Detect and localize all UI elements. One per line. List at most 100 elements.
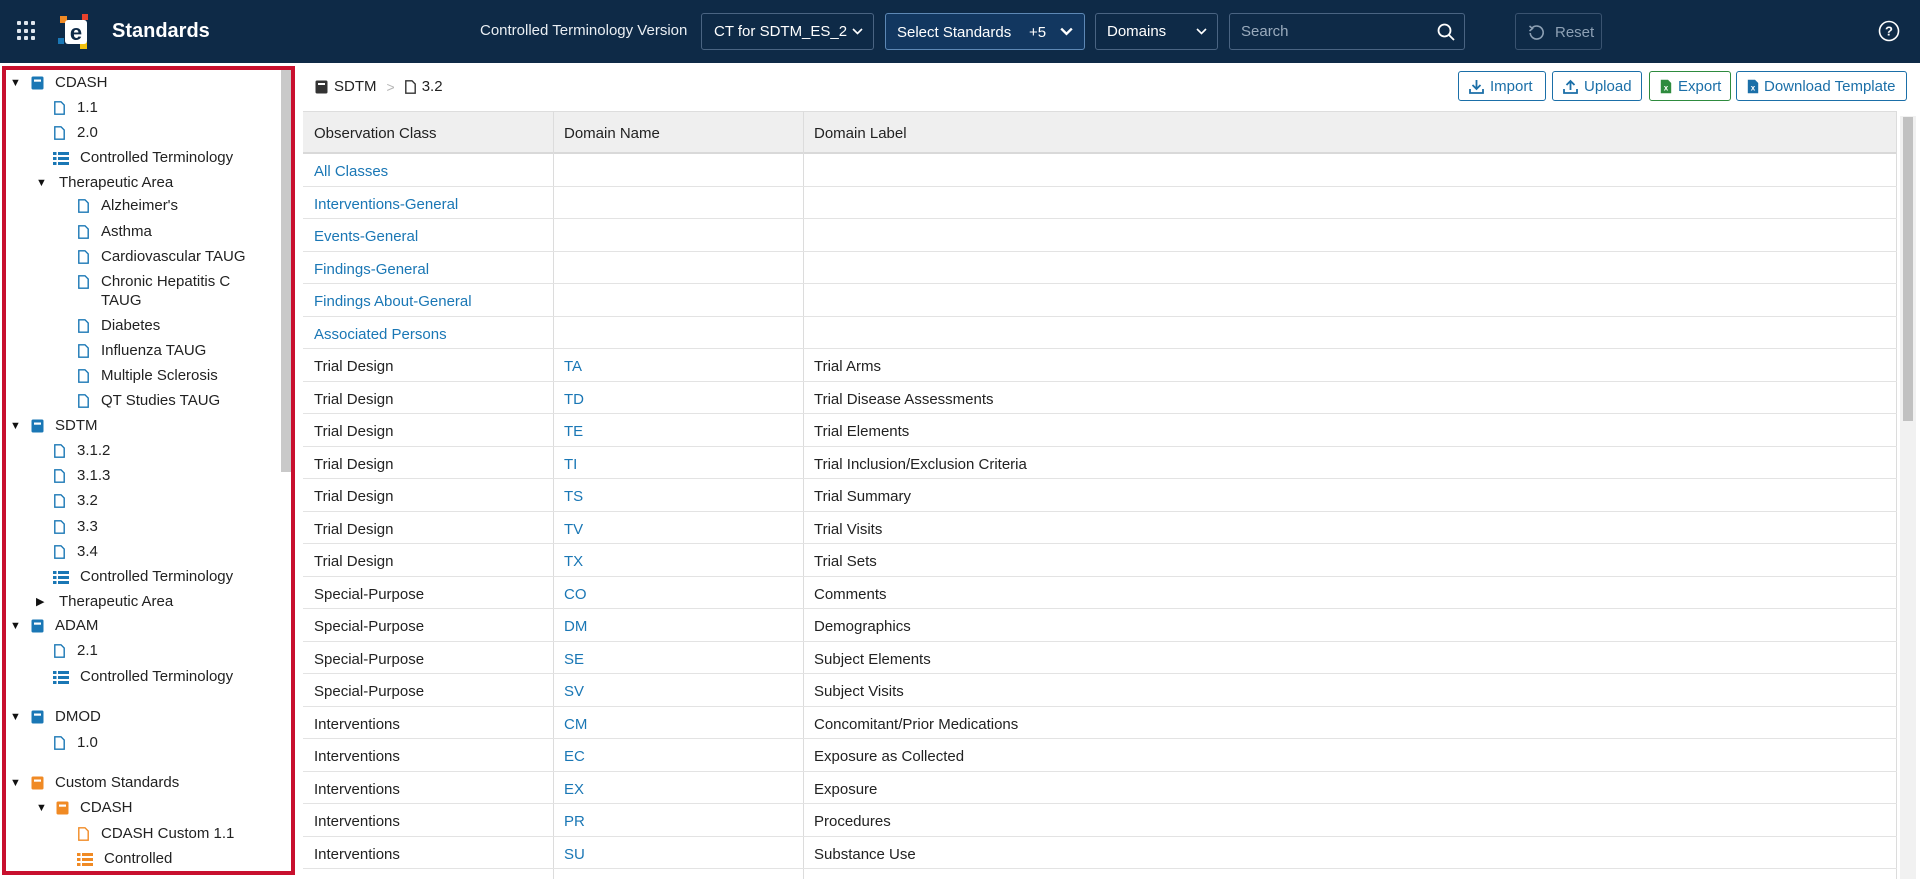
caret-down-icon[interactable]: ▼ [36, 174, 47, 192]
table-row[interactable]: Special-Purpose CO Comments [303, 577, 1897, 609]
table-row[interactable]: Interventions CM Concomitant/Prior Medicat… [303, 707, 1897, 739]
grid-scrollbar-thumb[interactable] [1903, 117, 1913, 421]
standards-select[interactable]: Select Standards +5 [885, 13, 1085, 50]
tree-node[interactable]: ▼ SDTM [6, 417, 276, 437]
tree-node[interactable]: Alzheimer's [6, 197, 276, 217]
tree-node[interactable]: CDASH Custom 1.1 [6, 825, 276, 845]
cell-domain-name[interactable]: CO [564, 586, 587, 603]
tree-node[interactable]: Cardiovascular TAUG [6, 248, 276, 268]
table-row[interactable]: Trial Design TD Trial Disease Assessments [303, 382, 1897, 414]
tree-node[interactable]: 3.3 [6, 518, 276, 538]
cell-domain-name[interactable]: TX [564, 553, 583, 570]
help-icon[interactable]: ? [1878, 20, 1900, 42]
cell-domain-name[interactable]: TV [564, 521, 583, 538]
table-row[interactable]: Interventions PR Procedures [303, 804, 1897, 837]
tree-node[interactable]: ▼ CDASH [6, 799, 276, 819]
tree-node[interactable]: 2.0 [6, 124, 276, 144]
cell-domain-name[interactable]: SU [564, 846, 585, 863]
tree-node[interactable]: Controlled Terminology [6, 568, 276, 588]
column-header-domain-label[interactable]: Domain Label [814, 125, 907, 142]
table-row[interactable]: Events-General [303, 219, 1897, 252]
tree-node[interactable]: ▼ Custom Standards [6, 774, 276, 794]
tree-node[interactable]: ▼ DMOD [6, 708, 276, 728]
tree-node[interactable]: 3.4 [6, 543, 276, 563]
cell-observation-class[interactable]: All Classes [314, 163, 388, 180]
table-row[interactable]: Interventions-General [303, 187, 1897, 219]
cell-domain-name[interactable]: TD [564, 391, 584, 408]
tree-node[interactable]: Diabetes [6, 317, 276, 337]
table-row[interactable]: Trial Design TX Trial Sets [303, 544, 1897, 577]
table-row[interactable]: Associated Persons [303, 317, 1897, 349]
tree-node[interactable]: Controlled Terminology [6, 668, 276, 688]
tree-scrollbar[interactable] [281, 70, 291, 472]
cell-domain-name[interactable]: SE [564, 651, 584, 668]
tree-node[interactable]: ▶ Therapeutic Area [6, 593, 276, 613]
caret-down-icon[interactable]: ▼ [10, 74, 21, 92]
tree-node[interactable]: ▼ CDASH [6, 74, 276, 94]
table-row[interactable]: Special-Purpose SE Subject Elements [303, 642, 1897, 674]
export-button[interactable]: x Export [1649, 71, 1731, 101]
tree-node[interactable]: ▼ Therapeutic Area [6, 174, 276, 194]
caret-down-icon[interactable]: ▼ [10, 417, 21, 435]
tree-node[interactable]: Controlled Terminology [6, 149, 276, 169]
cell-observation-class[interactable]: Events-General [314, 228, 418, 245]
table-row[interactable]: Findings About-General [303, 284, 1897, 317]
tree-node[interactable]: 3.1.3 [6, 467, 276, 487]
table-row[interactable]: Findings-General [303, 252, 1897, 284]
cell-domain-name[interactable]: EX [564, 781, 584, 798]
caret-down-icon[interactable]: ▼ [36, 799, 47, 817]
caret-down-icon[interactable]: ▼ [10, 617, 21, 635]
table-row[interactable]: Trial Design TI Trial Inclusion/Exclusion … [303, 447, 1897, 479]
import-button[interactable]: Import [1458, 71, 1546, 101]
table-row[interactable]: Special-Purpose SV Subject Visits [303, 674, 1897, 707]
tree-node[interactable]: Chronic Hepatitis C [6, 273, 276, 293]
breadcrumb-root[interactable]: SDTM [334, 78, 377, 95]
cell-observation-class[interactable]: Findings About-General [314, 293, 472, 310]
column-header-domain-name[interactable]: Domain Name [564, 125, 660, 142]
caret-down-icon[interactable]: ▼ [10, 708, 21, 726]
tree-node[interactable]: ▼ ADAM [6, 617, 276, 637]
tree-node[interactable]: 1.1 [6, 99, 276, 119]
caret-down-icon[interactable]: ▼ [10, 774, 21, 792]
tree-node[interactable]: 2.1 [6, 642, 276, 662]
reset-button[interactable]: Reset [1515, 13, 1602, 50]
cell-domain-name[interactable]: TA [564, 358, 582, 375]
cell-domain-name[interactable]: PR [564, 813, 585, 830]
column-header-observation-class[interactable]: Observation Class [314, 125, 437, 142]
caret-right-icon[interactable]: ▶ [36, 593, 44, 611]
table-row[interactable]: Trial Design TV Trial Visits [303, 512, 1897, 544]
tree-node[interactable]: 3.1.2 [6, 442, 276, 462]
cell-domain-name[interactable]: SV [564, 683, 584, 700]
table-row[interactable]: Interventions EX Exposure [303, 772, 1897, 804]
cell-domain-name[interactable]: DM [564, 618, 587, 635]
cell-domain-name[interactable]: EC [564, 748, 585, 765]
upload-button[interactable]: Upload [1552, 71, 1642, 101]
apps-grid-icon[interactable] [17, 21, 37, 41]
tree-node[interactable]: QT Studies TAUG [6, 392, 276, 412]
table-row[interactable]: Trial Design TA Trial Arms [303, 349, 1897, 382]
table-row[interactable]: All Classes [303, 154, 1897, 187]
table-row[interactable]: Trial Design TE Trial Elements [303, 414, 1897, 447]
cell-domain-name[interactable]: TI [564, 456, 577, 473]
table-row[interactable]: Special-Purpose DM Demographics [303, 609, 1897, 642]
download-template-button[interactable]: x Download Template [1736, 71, 1907, 101]
cell-domain-name[interactable]: TE [564, 423, 583, 440]
search-icon[interactable] [1437, 23, 1455, 41]
cell-domain-name[interactable]: TS [564, 488, 583, 505]
cell-observation-class[interactable]: Interventions-General [314, 196, 458, 213]
tree-node[interactable]: Multiple Sclerosis [6, 367, 276, 387]
cell-domain-name[interactable]: CM [564, 716, 587, 733]
tree-node[interactable]: 1.0 [6, 734, 276, 754]
domains-select[interactable]: Domains [1095, 13, 1218, 50]
cell-observation-class[interactable]: Findings-General [314, 261, 429, 278]
tree-node[interactable]: TAUG [6, 292, 276, 312]
tree-node[interactable]: Asthma [6, 223, 276, 243]
search-input[interactable] [1230, 14, 1430, 49]
table-row[interactable]: Interventions SU Substance Use [303, 837, 1897, 869]
tree-node[interactable]: Terminology [6, 869, 276, 871]
tree-node[interactable]: 3.2 [6, 492, 276, 512]
tree-node[interactable]: Controlled [6, 850, 276, 870]
table-row[interactable]: Interventions EC Exposure as Collected [303, 739, 1897, 772]
tree-node[interactable]: Influenza TAUG [6, 342, 276, 362]
ct-version-select[interactable]: CT for SDTM_ES_2 [701, 13, 874, 50]
